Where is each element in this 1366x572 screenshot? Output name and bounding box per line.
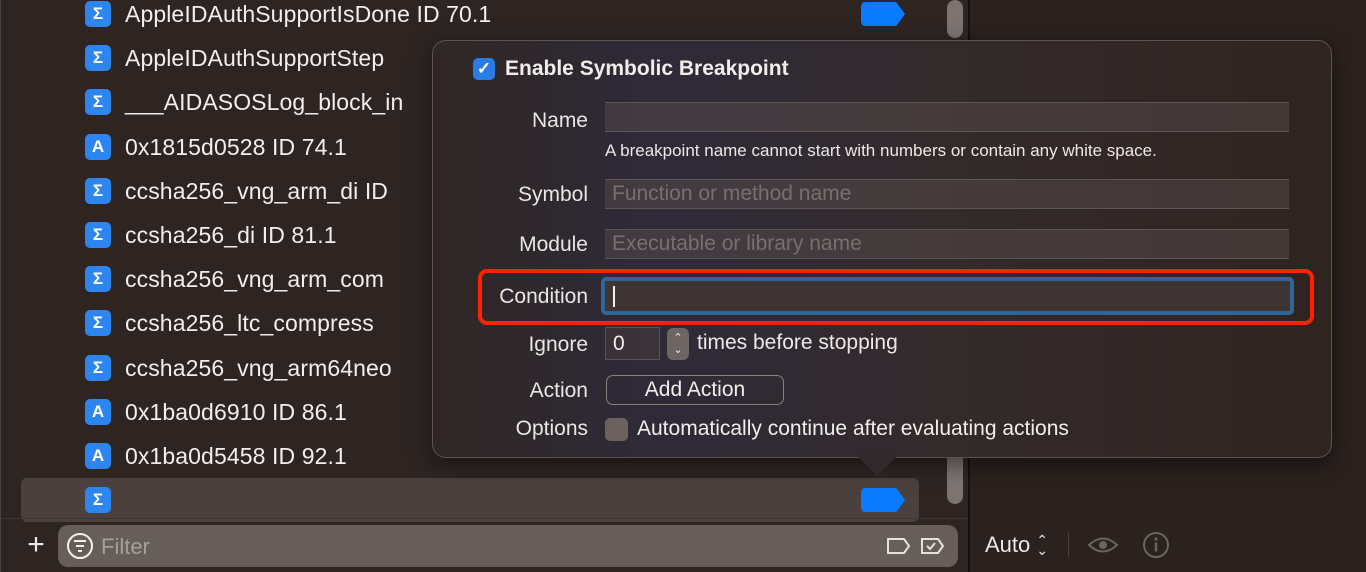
enabled-filter-icon[interactable] bbox=[920, 537, 946, 555]
symbolic-breakpoint-icon: Σ bbox=[85, 266, 111, 292]
address-breakpoint-icon: A bbox=[85, 443, 111, 469]
ignore-count-field[interactable]: 0 bbox=[605, 327, 660, 360]
symbolic-breakpoint-icon: Σ bbox=[85, 487, 111, 513]
symbolic-breakpoint-icon: Σ bbox=[85, 1, 111, 27]
tag-filter-icon[interactable] bbox=[886, 537, 912, 555]
module-label: Module bbox=[519, 233, 588, 256]
address-breakpoint-icon: A bbox=[85, 134, 111, 160]
ignore-label: Ignore bbox=[528, 333, 588, 356]
breakpoint-row[interactable]: Σ AppleIDAuthSupportIsDone ID 70.1 bbox=[21, 0, 919, 36]
info-icon[interactable] bbox=[1141, 530, 1171, 560]
module-field[interactable]: Executable or library name bbox=[605, 229, 1289, 259]
name-hint: A breakpoint name cannot start with numb… bbox=[605, 141, 1157, 160]
auto-continue-label: Automatically continue after evaluating … bbox=[637, 417, 1069, 440]
add-breakpoint-button[interactable]: + bbox=[23, 530, 49, 560]
breakpoint-label: 0x1ba0d5458 ID 92.1 bbox=[125, 442, 347, 469]
scrollbar-thumb-bottom[interactable] bbox=[947, 450, 963, 504]
auto-continue-checkbox[interactable] bbox=[605, 418, 628, 441]
symbolic-breakpoint-icon: Σ bbox=[85, 310, 111, 336]
condition-label: Condition bbox=[499, 285, 588, 308]
symbolic-breakpoint-icon: Σ bbox=[85, 89, 111, 115]
symbolic-breakpoint-icon: Σ bbox=[85, 45, 111, 71]
breakpoint-label: ___AIDASOSLog_block_in bbox=[125, 88, 404, 115]
popover-arrow bbox=[855, 454, 899, 476]
options-label: Options bbox=[515, 417, 588, 440]
divider bbox=[1068, 533, 1069, 557]
condition-field[interactable] bbox=[601, 277, 1294, 315]
scrollbar-thumb-top[interactable] bbox=[947, 0, 963, 38]
breakpoint-flag-icon[interactable] bbox=[861, 2, 905, 26]
breakpoint-label: ccsha256_vng_arm_di ID bbox=[125, 177, 389, 204]
filter-icon bbox=[67, 533, 93, 559]
symbolic-breakpoint-icon: Σ bbox=[85, 222, 111, 248]
ignore-suffix: times before stopping bbox=[697, 331, 898, 354]
breakpoint-label: ccsha256_ltc_compress bbox=[125, 309, 374, 336]
ignore-stepper[interactable]: ⌃ ⌄ bbox=[667, 328, 689, 360]
breakpoint-label: AppleIDAuthSupportIsDone ID 70.1 bbox=[125, 0, 492, 27]
enable-breakpoint-label: Enable Symbolic Breakpoint bbox=[505, 57, 789, 80]
symbolic-breakpoint-icon: Σ bbox=[85, 355, 111, 381]
symbol-label: Symbol bbox=[517, 183, 588, 206]
add-action-button[interactable]: Add Action bbox=[606, 375, 784, 405]
eye-icon[interactable] bbox=[1087, 534, 1119, 556]
symbolic-breakpoint-icon: Σ bbox=[85, 178, 111, 204]
breakpoint-label: ccsha256_di ID 81.1 bbox=[125, 221, 337, 248]
breakpoint-label: AppleIDAuthSupportStep bbox=[125, 44, 385, 71]
breakpoint-label: ccsha256_vng_arm_com bbox=[125, 265, 384, 292]
action-label: Action bbox=[529, 379, 588, 402]
address-breakpoint-icon: A bbox=[85, 399, 111, 425]
breakpoint-label: ccsha256_vng_arm64neo bbox=[125, 354, 392, 381]
symbol-field[interactable]: Function or method name bbox=[605, 179, 1289, 209]
breakpoint-row[interactable]: Σ bbox=[21, 478, 919, 522]
text-caret bbox=[613, 286, 615, 307]
filter-placeholder: Filter bbox=[101, 534, 150, 559]
enable-breakpoint-checkbox[interactable]: ✓ bbox=[473, 58, 495, 80]
divider bbox=[1, 518, 969, 519]
status-bar: Auto ⌃ ⌄ bbox=[985, 530, 1171, 560]
breakpoint-label: 0x1815d0528 ID 74.1 bbox=[125, 133, 347, 160]
name-field[interactable] bbox=[605, 102, 1289, 132]
breakpoint-flag-icon[interactable] bbox=[861, 488, 905, 512]
auto-mode-label[interactable]: Auto bbox=[985, 532, 1030, 558]
chevron-updown-icon[interactable]: ⌃ ⌄ bbox=[1036, 533, 1048, 557]
breakpoint-label: 0x1ba0d6910 ID 86.1 bbox=[125, 398, 347, 425]
symbolic-breakpoint-popover: ✓ Enable Symbolic Breakpoint Name A brea… bbox=[432, 40, 1332, 458]
filter-input[interactable]: Filter bbox=[58, 525, 958, 567]
name-label: Name bbox=[531, 109, 588, 132]
